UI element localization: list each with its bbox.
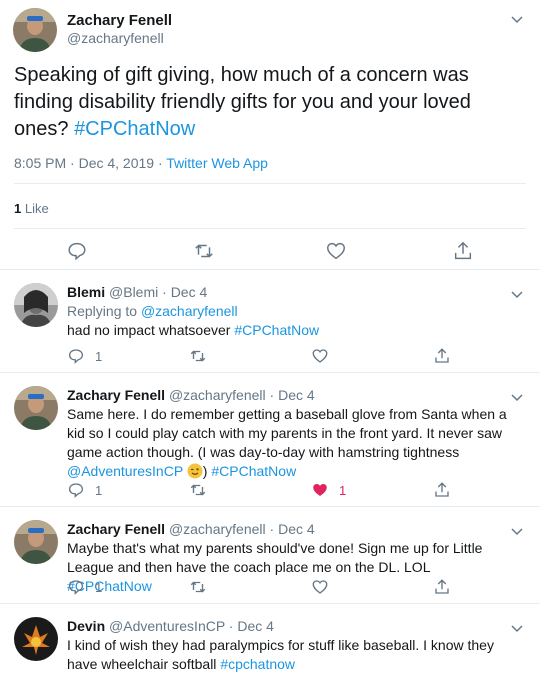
reply-action[interactable]: 1 (67, 578, 102, 596)
reply-count: 1 (95, 348, 103, 364)
reply-header: Devin @AdventuresInCP · Dec 4 (67, 618, 274, 634)
like-icon[interactable] (311, 578, 329, 596)
tweet-text: Speaking of gift giving, how much of a c… (14, 62, 524, 143)
reply-header: Zachary Fenell @zacharyfenell · Dec 4 (67, 387, 315, 403)
reply-actions: 1 1 (67, 481, 467, 499)
tweet-meta: 8:05 PM · Dec 4, 2019 · Twitter Web App (14, 155, 268, 171)
author-name[interactable]: Devin (67, 618, 105, 634)
timestamp[interactable]: 8:05 PM · Dec 4, 2019 · (14, 155, 166, 171)
reply-text: I kind of wish they had paralympics for … (67, 636, 517, 674)
retweet-icon[interactable] (189, 481, 207, 499)
retweet-icon[interactable] (193, 240, 215, 267)
share-icon[interactable] (433, 481, 451, 499)
reply-body: Maybe that's what my parents should've d… (67, 540, 483, 575)
reply-text: had no impact whatsoever #CPChatNow (67, 321, 517, 340)
reply-body: had no impact whatsoever (67, 322, 231, 338)
reply-action[interactable]: 1 (67, 481, 102, 499)
reply-body-end: ) (202, 463, 208, 479)
share-icon[interactable] (433, 347, 451, 365)
reply-header: Blemi @Blemi · Dec 4 (67, 284, 207, 300)
avatar[interactable] (14, 520, 58, 564)
separator: · (265, 387, 279, 403)
separator: · (158, 284, 171, 300)
share-icon[interactable] (433, 578, 451, 596)
reply-text: Same here. I do remember getting a baseb… (67, 405, 512, 481)
like-action[interactable]: 1 (311, 481, 346, 499)
mention-link[interactable]: @zacharyfenell (141, 303, 238, 319)
main-tweet: Zachary Fenell @zacharyfenell Speaking o… (0, 0, 540, 270)
reply-action[interactable]: 1 (67, 347, 102, 365)
hashtag-link[interactable]: #CPChatNow (234, 322, 319, 338)
author-name[interactable]: Zachary Fenell (67, 387, 165, 403)
reply-actions: 1 (67, 578, 467, 596)
timestamp[interactable]: Dec 4 (278, 387, 315, 403)
reply-tweet[interactable]: Blemi @Blemi · Dec 4 Replying to @zachar… (0, 271, 540, 373)
separator: · (265, 521, 279, 537)
avatar[interactable] (13, 8, 57, 52)
chevron-down-icon[interactable] (510, 390, 524, 408)
divider (14, 228, 526, 229)
timestamp[interactable]: Dec 4 (237, 618, 274, 634)
retweet-icon[interactable] (189, 578, 207, 596)
likes-count[interactable]: 1 Like (14, 201, 49, 216)
author-handle[interactable]: @Blemi (109, 284, 158, 300)
retweet-icon[interactable] (189, 347, 207, 365)
winking-face-icon (187, 463, 203, 479)
likes-label: Like (24, 201, 49, 216)
like-count: 1 (339, 482, 347, 498)
reply-actions: 1 (67, 347, 467, 365)
source-link[interactable]: Twitter Web App (166, 155, 268, 171)
author-name[interactable]: Zachary Fenell (67, 12, 172, 29)
replying-label: Replying to (67, 303, 138, 319)
reply-body: Same here. I do remember getting a baseb… (67, 406, 507, 460)
chevron-down-icon[interactable] (510, 12, 524, 30)
share-icon[interactable] (452, 240, 474, 267)
reply-tweet[interactable]: Zachary Fenell @zacharyfenell · Dec 4 Sa… (0, 374, 540, 507)
author-name[interactable]: Zachary Fenell (67, 521, 165, 537)
author-handle[interactable]: @AdventuresInCP (109, 618, 225, 634)
avatar[interactable] (14, 283, 58, 327)
like-icon[interactable] (325, 240, 347, 267)
tweet-actions (0, 240, 540, 264)
avatar[interactable] (14, 386, 58, 430)
heart-filled-icon[interactable] (311, 481, 329, 499)
author-handle[interactable]: @zacharyfenell (169, 521, 266, 537)
avatar[interactable] (14, 617, 58, 661)
timestamp[interactable]: Dec 4 (278, 521, 315, 537)
reply-icon[interactable] (67, 481, 85, 499)
reply-tweet[interactable]: Devin @AdventuresInCP · Dec 4 I kind of … (0, 605, 540, 674)
likes-number: 1 (14, 201, 22, 216)
like-icon[interactable] (311, 347, 329, 365)
separator: · (224, 618, 238, 634)
reply-count: 1 (95, 482, 103, 498)
reply-icon[interactable] (66, 240, 88, 267)
mention-link[interactable]: @AdventuresInCP (67, 463, 183, 479)
author-name[interactable]: Blemi (67, 284, 105, 300)
timestamp[interactable]: Dec 4 (171, 284, 208, 300)
reply-header: Zachary Fenell @zacharyfenell · Dec 4 (67, 521, 315, 537)
reply-count: 1 (95, 579, 103, 595)
author-handle[interactable]: @zacharyfenell (169, 387, 266, 403)
reply-icon[interactable] (67, 578, 85, 596)
hashtag-link[interactable]: #CPChatNow (211, 463, 296, 479)
hashtag-link[interactable]: #cpchatnow (220, 656, 295, 672)
hashtag-link[interactable]: #CPChatNow (74, 118, 195, 140)
reply-tweet[interactable]: Zachary Fenell @zacharyfenell · Dec 4 Ma… (0, 508, 540, 604)
replying-to: Replying to @zacharyfenell (67, 302, 517, 321)
author-handle[interactable]: @zacharyfenell (67, 30, 164, 46)
divider (14, 183, 526, 184)
reply-icon[interactable] (67, 347, 85, 365)
